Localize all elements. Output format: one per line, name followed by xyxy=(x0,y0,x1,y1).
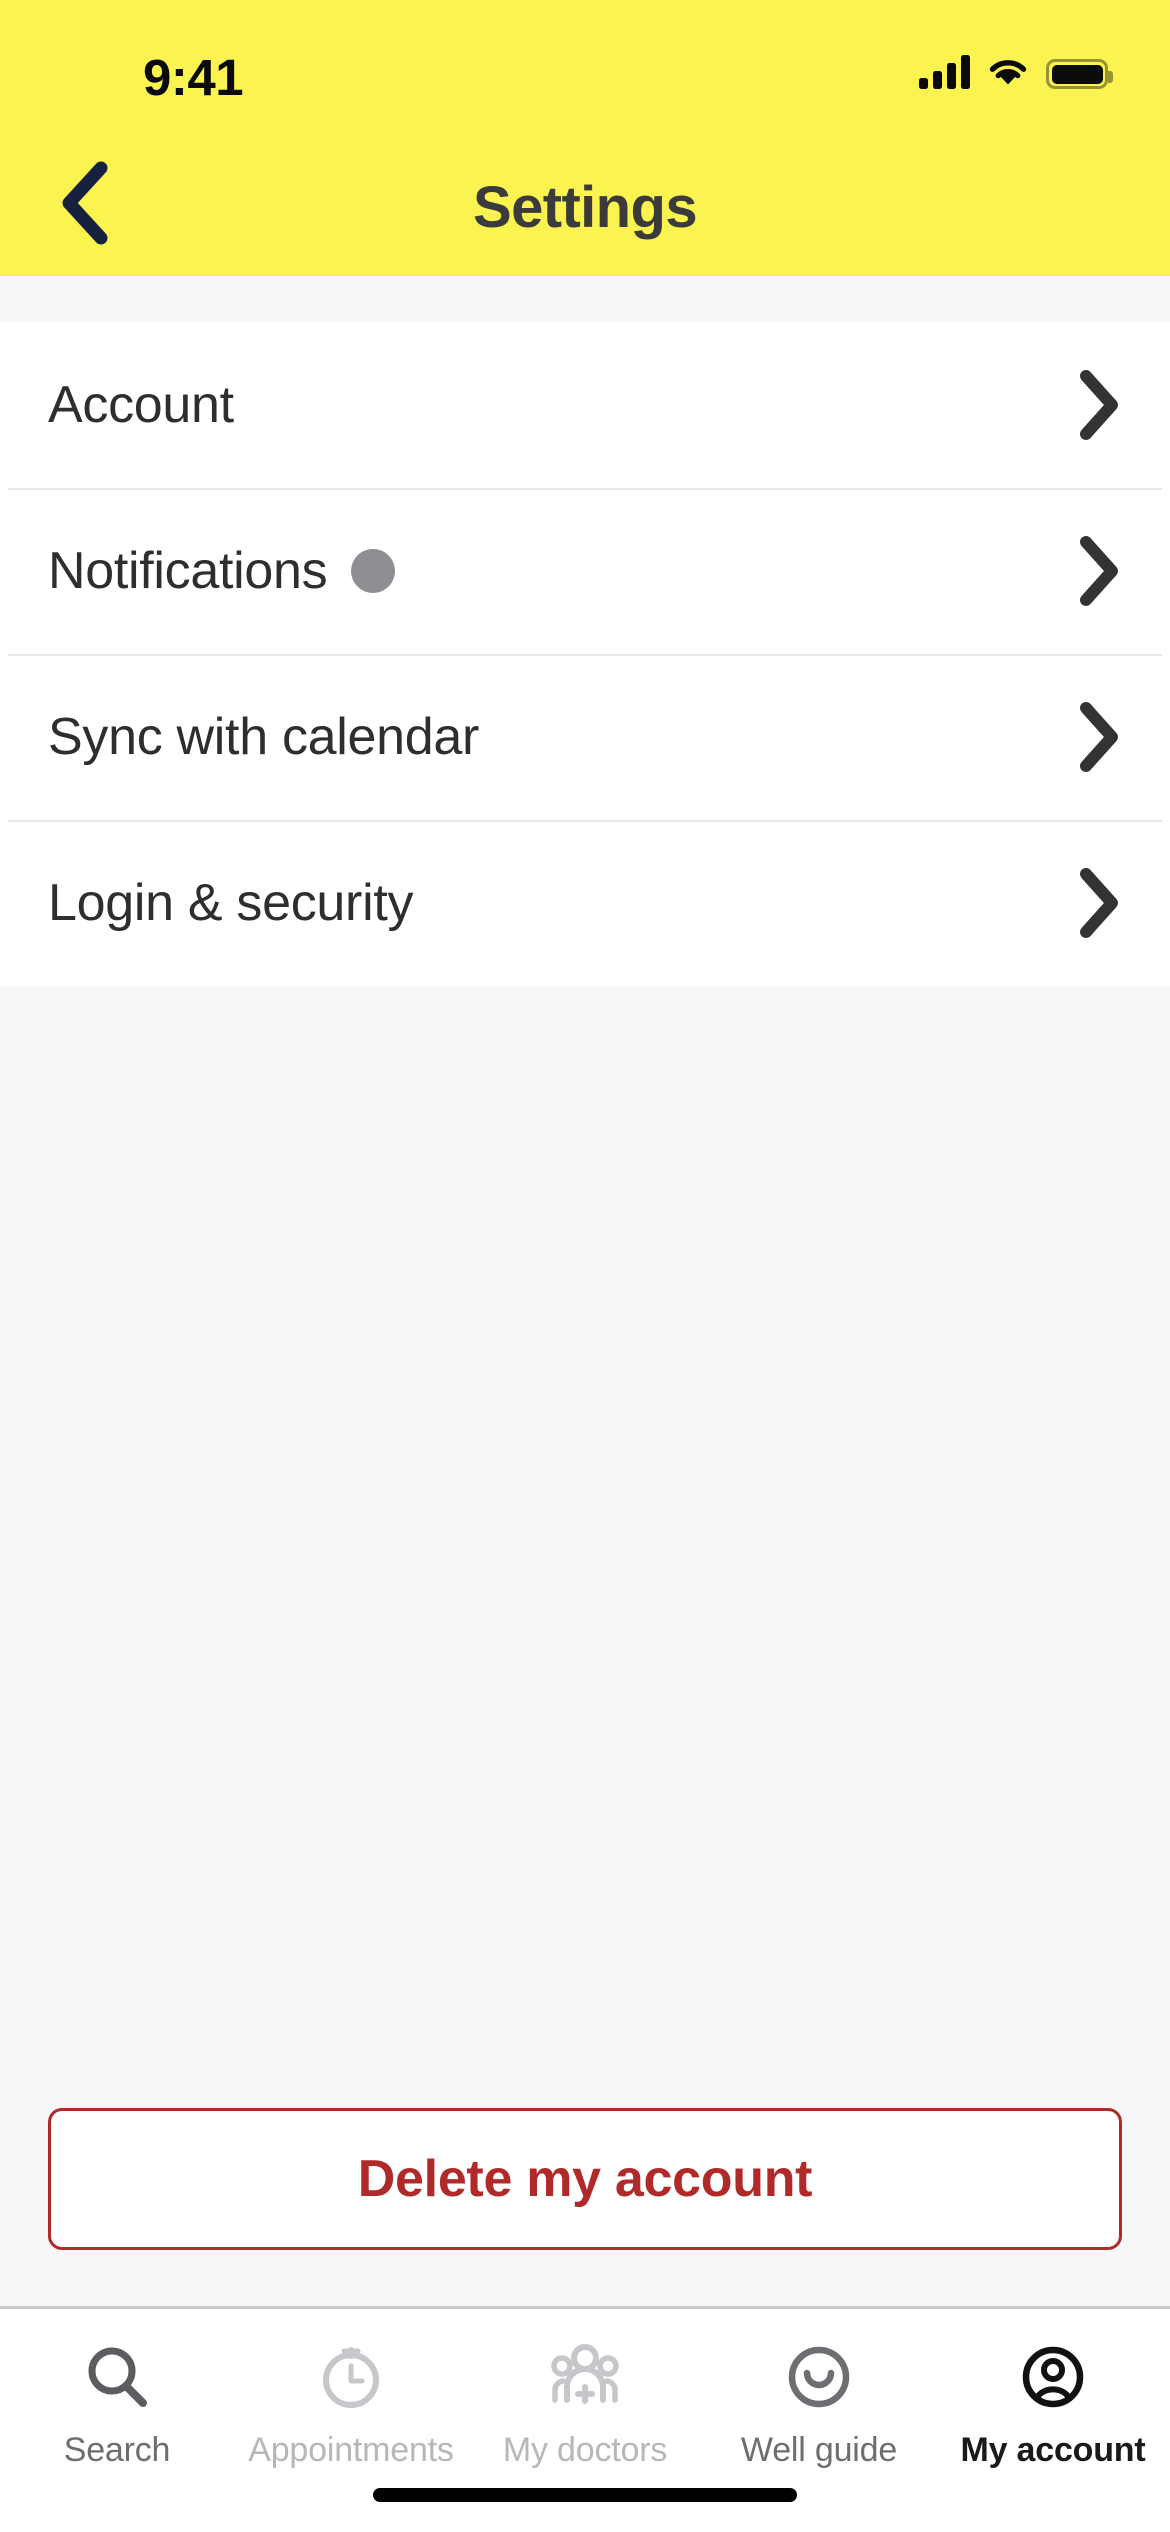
settings-screen: 9:41 Settings Account Notifications Sync… xyxy=(0,0,1170,2532)
battery-full-icon xyxy=(1046,59,1113,89)
chevron-right-icon xyxy=(1076,701,1122,773)
status-bar-icons xyxy=(919,55,1113,89)
chevron-right-icon xyxy=(1076,369,1122,441)
top-bar: 9:41 Settings xyxy=(0,0,1170,276)
tab-my-account[interactable]: My account xyxy=(936,2339,1170,2470)
tab-appointments[interactable]: Appointments xyxy=(234,2339,468,2470)
tab-label: Well guide xyxy=(740,2431,898,2469)
settings-row-label: Sync with calendar xyxy=(48,708,480,766)
settings-row-account[interactable]: Account xyxy=(0,322,1170,488)
tab-label: My doctors xyxy=(502,2431,668,2469)
status-bar-time: 9:41 xyxy=(143,49,244,106)
tab-label: Appointments xyxy=(248,2431,454,2469)
settings-row-sync-with-calendar[interactable]: Sync with calendar xyxy=(0,654,1170,820)
person-circle-icon xyxy=(1018,2339,1088,2415)
settings-row-label: Login & security xyxy=(48,874,414,932)
home-indicator[interactable] xyxy=(373,2488,797,2502)
notification-badge-dot xyxy=(351,549,396,593)
settings-row-login-and-security[interactable]: Login & security xyxy=(0,820,1170,986)
chevron-right-icon xyxy=(1076,867,1122,939)
search-icon xyxy=(82,2339,152,2415)
chevron-right-icon xyxy=(1076,535,1122,607)
settings-row-label: Notifications xyxy=(48,542,328,600)
delete-my-account-button[interactable]: Delete my account xyxy=(48,2108,1122,2250)
tab-search[interactable]: Search xyxy=(0,2339,234,2470)
stopwatch-icon xyxy=(316,2339,386,2415)
tab-label: Search xyxy=(63,2431,171,2469)
wifi-icon xyxy=(989,60,1027,85)
page-title: Settings xyxy=(473,175,698,240)
settings-row-label: Account xyxy=(48,376,234,434)
status-bar: 9:41 xyxy=(0,0,1170,112)
doctors-group-icon xyxy=(545,2339,625,2415)
cellular-signal-icon xyxy=(919,55,970,89)
navigation-bar: Settings xyxy=(0,140,1170,276)
tab-my-doctors[interactable]: My doctors xyxy=(468,2339,702,2470)
delete-my-account-label: Delete my account xyxy=(357,2150,813,2208)
settings-row-notifications[interactable]: Notifications xyxy=(0,488,1170,654)
smile-circle-icon xyxy=(784,2339,854,2415)
tab-well-guide[interactable]: Well guide xyxy=(702,2339,936,2470)
settings-list: Account Notifications Sync with calendar xyxy=(0,322,1170,986)
tab-label: My account xyxy=(960,2431,1146,2469)
